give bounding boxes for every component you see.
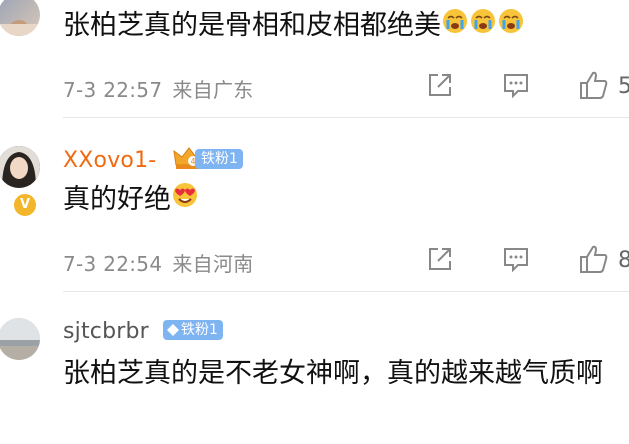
thumbs-up-icon [580, 71, 608, 99]
comment-icon [504, 74, 528, 99]
avatar[interactable] [0, 146, 40, 188]
comment-time: 7-3 22:54 [63, 252, 163, 276]
avatar-image [0, 20, 40, 36]
share-button[interactable] [426, 71, 454, 99]
like-count: 8 [618, 248, 629, 273]
fan-badge: 铁粉1 [195, 149, 243, 169]
heart-eyes-emoji [171, 181, 199, 221]
username[interactable]: sjtcbrbr [63, 319, 149, 344]
fan-badge: 铁粉1 [163, 320, 223, 340]
share-button[interactable] [426, 245, 454, 273]
share-icon [429, 248, 451, 270]
comment-item: 张柏芝真的是骨相和皮相都绝美 7-3 22:57 来自广东 5 [0, 0, 629, 118]
comment-meta: 7-3 22:57 来自广东 [63, 74, 254, 103]
reply-button[interactable] [502, 245, 530, 273]
comment-icon [504, 248, 528, 273]
comment-text: 张柏芝真的是不老女神啊，真的越来越气质啊 [63, 358, 603, 389]
comment-text: 张柏芝真的是骨相和皮相都绝美 [63, 6, 623, 47]
comment-item: V XXovo1- 4 铁粉1 真的好绝 7-3 22:54 来自河南 8 [0, 118, 629, 292]
reply-button[interactable] [502, 71, 530, 99]
avatar-image [0, 146, 40, 188]
comment-location: 来自河南 [172, 252, 254, 276]
like-button[interactable] [578, 69, 610, 101]
avatar[interactable] [0, 318, 40, 360]
share-icon [429, 74, 451, 96]
like-button[interactable] [578, 243, 610, 275]
comment-item: sjtcbrbr 铁粉1 张柏芝真的是不老女神啊，真的越来越气质啊 [0, 292, 629, 444]
crying-emoji [497, 7, 525, 47]
crying-emoji [469, 7, 497, 47]
avatar[interactable] [0, 0, 40, 36]
like-count: 5 [618, 74, 629, 99]
diamond-icon [167, 324, 179, 336]
verified-badge-icon: V [12, 192, 38, 218]
avatar-image [0, 318, 40, 360]
comment-text: 真的好绝 [63, 180, 623, 221]
comment-time: 7-3 22:57 [63, 78, 163, 102]
thumbs-up-icon [580, 245, 608, 273]
crying-emoji [441, 7, 469, 47]
comment-meta: 7-3 22:54 来自河南 [63, 248, 254, 277]
comment-location: 来自广东 [172, 78, 254, 102]
username[interactable]: XXovo1- [63, 148, 156, 173]
